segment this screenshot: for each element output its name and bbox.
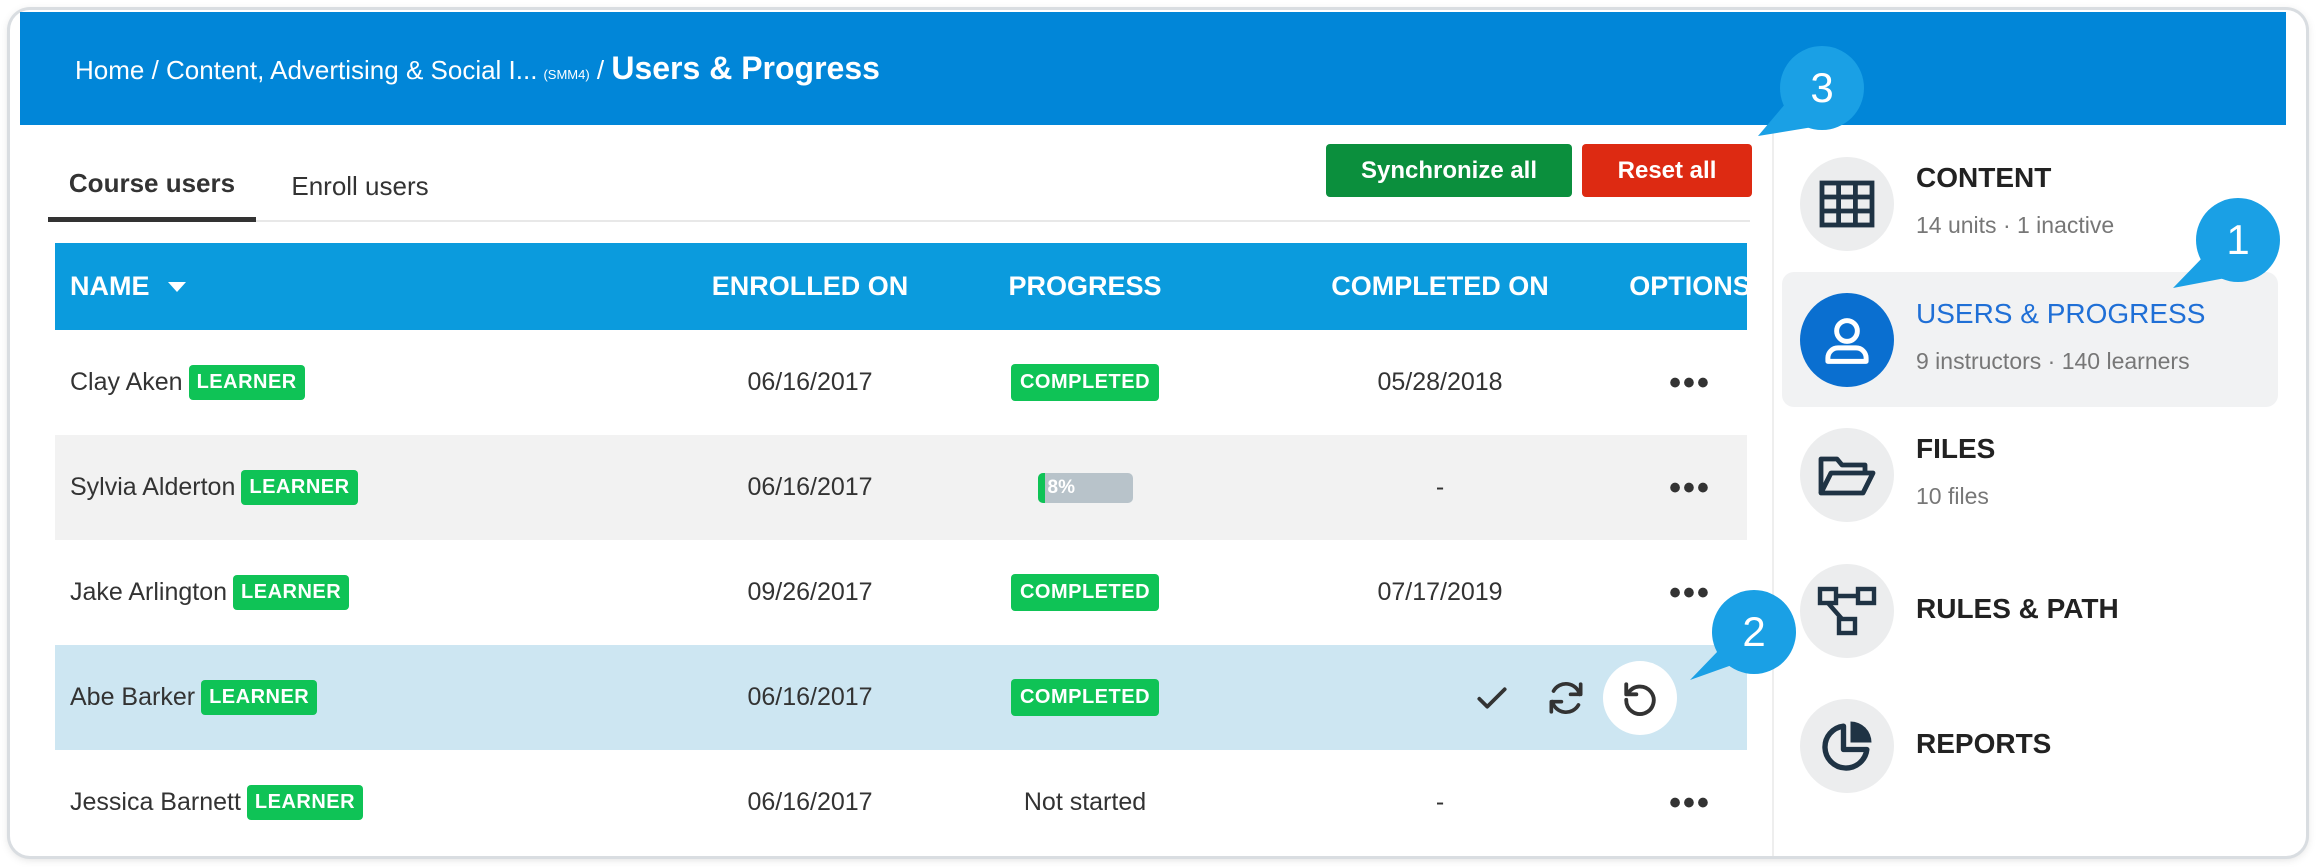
role-badge: LEARNER <box>241 470 358 505</box>
progress-status-badge: COMPLETED <box>1010 364 1160 401</box>
progress-cell: COMPLETED <box>935 330 1235 435</box>
role-badge: LEARNER <box>201 680 318 715</box>
breadcrumb: Home / Content, Advertising & Social I..… <box>75 50 880 87</box>
column-header-name[interactable]: NAME <box>70 243 630 330</box>
sort-caret-icon <box>167 281 186 292</box>
callout-badge-2: 2 <box>1712 590 1796 674</box>
tab-enroll-users[interactable]: Enroll users <box>280 150 440 222</box>
user-name[interactable]: Sylvia Alderton <box>70 473 235 502</box>
sidebar-divider <box>1772 125 1774 856</box>
sidebar-item-users-progress[interactable]: USERS & PROGRESS 9 instructors · 140 lea… <box>1782 272 2278 407</box>
more-options-icon[interactable]: ••• <box>1669 366 1711 400</box>
callout-badge-1: 1 <box>2196 198 2280 282</box>
breadcrumb-sep-2: / <box>589 55 612 85</box>
sidebar-item-rules-path[interactable]: RULES & PATH <box>1782 543 2278 678</box>
flow-icon <box>1800 564 1894 658</box>
progress-cell: COMPLETED <box>935 540 1235 645</box>
sidebar-item-title: RULES & PATH <box>1916 593 2119 624</box>
table-row[interactable]: Clay Aken LEARNER 06/16/2017 COMPLETED 0… <box>55 330 1747 435</box>
mark-complete-check-icon[interactable] <box>1455 661 1529 735</box>
user-name-cell: Abe Barker LEARNER <box>70 645 630 750</box>
reset-all-button[interactable]: Reset all <box>1582 144 1752 197</box>
page-header: Home / Content, Advertising & Social I..… <box>20 12 2286 125</box>
user-name[interactable]: Jake Arlington <box>70 578 227 607</box>
user-name-cell: Jessica Barnett LEARNER <box>70 750 630 855</box>
breadcrumb-home[interactable]: Home <box>75 55 144 85</box>
user-name-cell: Jake Arlington LEARNER <box>70 540 630 645</box>
progress-cell: COMPLETED <box>935 645 1235 750</box>
progress-bar: 8% <box>1037 472 1133 503</box>
more-options-icon[interactable]: ••• <box>1669 786 1711 820</box>
sidebar-item-subtitle: 9 instructors · 140 learners <box>1916 348 2190 374</box>
breadcrumb-sep-1: / <box>144 55 167 85</box>
more-options-icon[interactable]: ••• <box>1669 471 1711 505</box>
progress-percent: 8% <box>1047 476 1075 498</box>
progress-cell: 8% <box>935 435 1235 540</box>
sidebar-item-reports[interactable]: REPORTS <box>1782 678 2278 813</box>
synchronize-all-button[interactable]: Synchronize all <box>1326 144 1572 197</box>
table-row[interactable]: Jake Arlington LEARNER 09/26/2017 COMPLE… <box>55 540 1747 645</box>
breadcrumb-course-code: (SMM4) <box>543 67 590 82</box>
role-badge: LEARNER <box>233 575 350 610</box>
user-name-cell: Clay Aken LEARNER <box>70 330 630 435</box>
user-name[interactable]: Abe Barker <box>70 683 195 712</box>
sidebar-item-title: REPORTS <box>1916 728 2052 759</box>
table-row[interactable]: Jessica Barnett LEARNER 06/16/2017 Not s… <box>55 750 1747 855</box>
pie-chart-icon <box>1800 699 1894 793</box>
grid-icon <box>1800 157 1894 251</box>
synchronize-icon[interactable] <box>1529 661 1603 735</box>
progress-status-text: Not started <box>1023 788 1147 816</box>
progress-status-badge: COMPLETED <box>1010 679 1160 716</box>
callout-badge-3: 3 <box>1780 46 1864 130</box>
sidebar-item-title: USERS & PROGRESS <box>1916 298 2206 329</box>
column-header-progress: PROGRESS <box>1008 271 1162 301</box>
role-badge: LEARNER <box>246 785 364 820</box>
breadcrumb-course[interactable]: Content, Advertising & Social I... <box>166 55 537 85</box>
progress-bar-fill <box>1037 472 1046 503</box>
tab-course-users[interactable]: Course users <box>48 150 256 222</box>
more-options-icon[interactable]: ••• <box>1669 576 1711 610</box>
sidebar-item-title: FILES <box>1916 433 1996 464</box>
user-name[interactable]: Clay Aken <box>70 368 183 397</box>
column-header-name-label: NAME <box>70 271 150 301</box>
page-title: Users & Progress <box>611 50 880 86</box>
sidebar-item-subtitle: 10 files <box>1916 483 1989 509</box>
sidebar-item-subtitle: 14 units · 1 inactive <box>1916 212 2115 238</box>
table-row[interactable]: Sylvia Alderton LEARNER 06/16/2017 8% - … <box>55 435 1747 540</box>
progress-status-badge: COMPLETED <box>1010 574 1160 611</box>
sidebar-item-title: CONTENT <box>1916 162 2052 193</box>
reset-progress-icon[interactable] <box>1603 660 1677 735</box>
user-name-cell: Sylvia Alderton LEARNER <box>70 435 630 540</box>
folder-open-icon <box>1800 428 1894 522</box>
users-table: NAME ENROLLED ON PROGRESS COMPLETED ON O… <box>55 243 1751 855</box>
role-badge: LEARNER <box>188 365 305 400</box>
sidebar-item-files[interactable]: FILES 10 files <box>1782 407 2278 542</box>
table-header: NAME ENROLLED ON PROGRESS COMPLETED ON O… <box>55 243 1751 330</box>
user-icon <box>1800 293 1894 387</box>
table-row-selected[interactable]: Abe Barker LEARNER 06/16/2017 COMPLETED <box>55 645 1747 750</box>
user-name[interactable]: Jessica Barnett <box>70 788 241 817</box>
